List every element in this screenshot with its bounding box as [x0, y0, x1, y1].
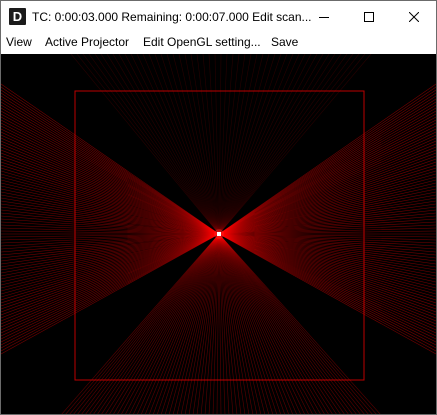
minimize-icon: [318, 16, 329, 18]
beam-origin-dot: [217, 232, 221, 236]
maximize-icon: [363, 11, 374, 22]
window-title: TC: 0:00:03.000 Remaining: 0:00:07.000 E…: [32, 10, 312, 24]
laser-preview-viewport[interactable]: [1, 54, 436, 414]
menu-bar: View Active Projector Edit OpenGL settin…: [1, 32, 436, 52]
maximize-button[interactable]: [346, 1, 391, 32]
close-button[interactable]: [391, 1, 436, 32]
close-icon: [408, 11, 419, 22]
minimize-button[interactable]: [301, 1, 346, 32]
menu-edit-opengl-settings[interactable]: Edit OpenGL setting...: [143, 32, 261, 52]
app-icon[interactable]: D: [9, 8, 26, 25]
menu-save[interactable]: Save: [271, 32, 298, 52]
app-icon-letter: D: [12, 9, 23, 24]
title-bar[interactable]: D TC: 0:00:03.000 Remaining: 0:00:07.000…: [1, 1, 436, 32]
menu-view[interactable]: View: [6, 32, 32, 52]
laser-beam-canvas: [1, 54, 436, 414]
app-window: D TC: 0:00:03.000 Remaining: 0:00:07.000…: [0, 0, 437, 415]
menu-active-projector[interactable]: Active Projector: [45, 32, 129, 52]
